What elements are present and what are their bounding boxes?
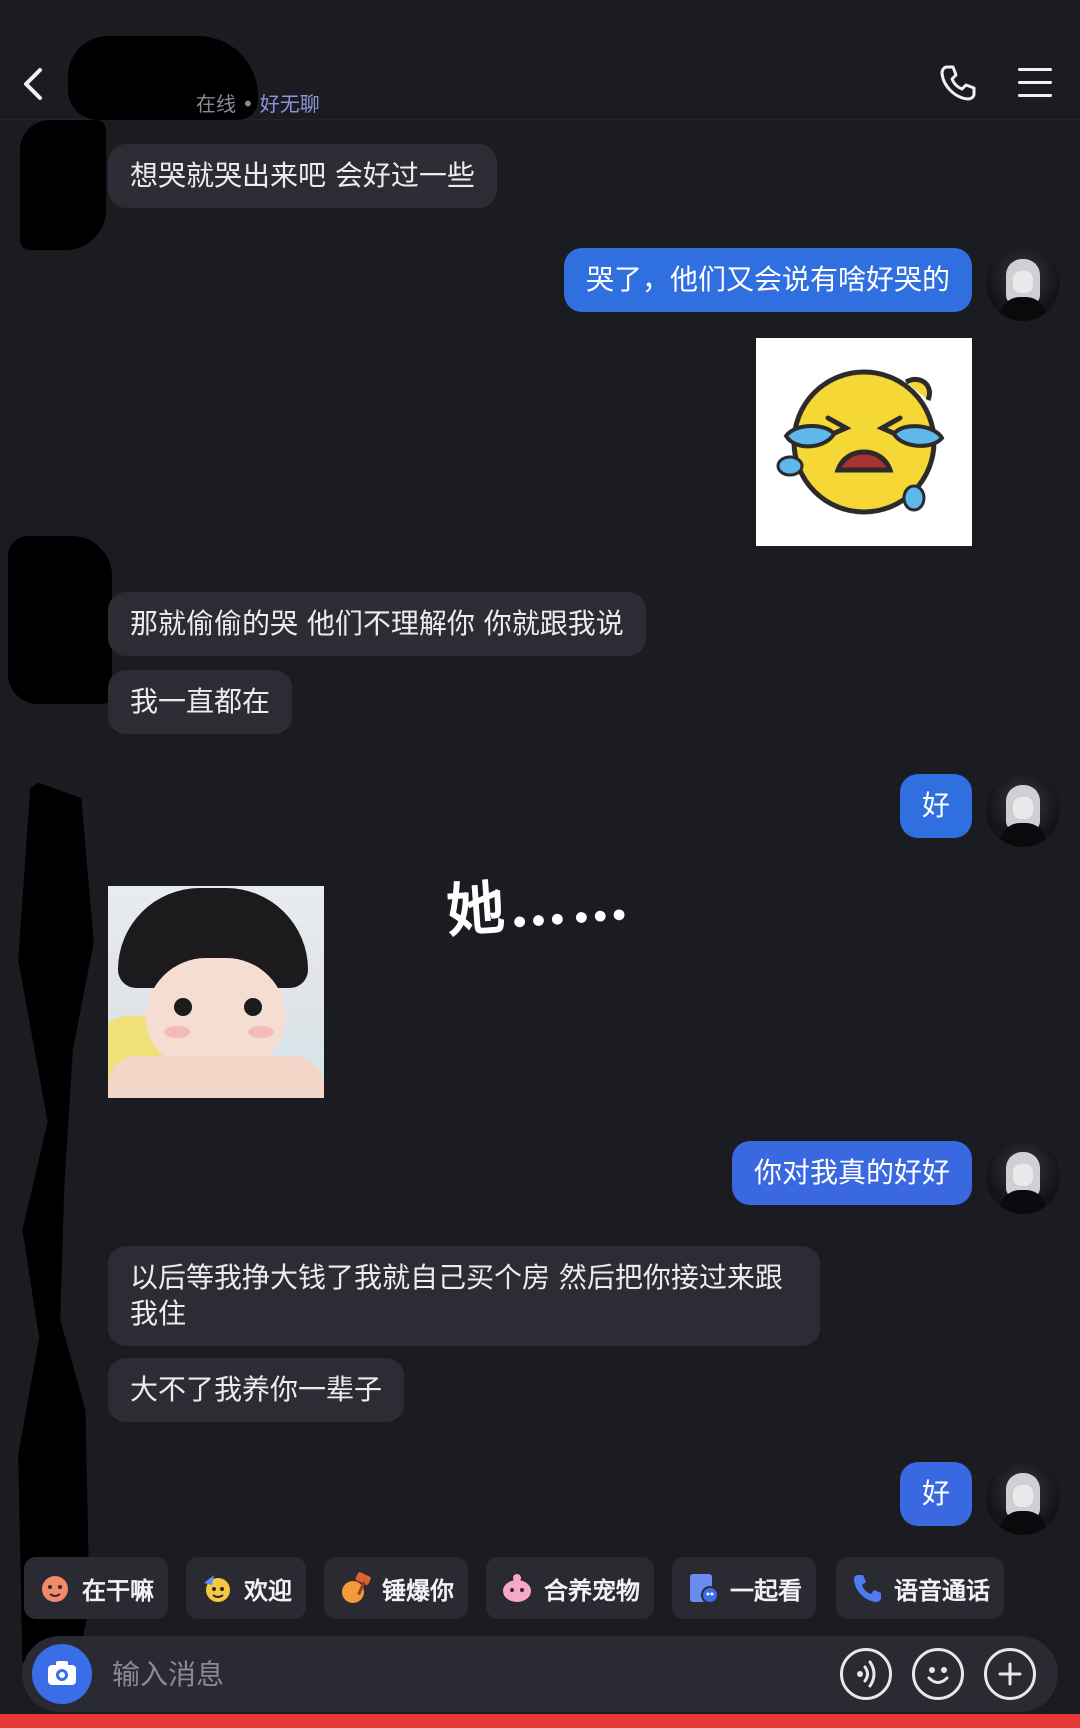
crying-face-sticker[interactable] bbox=[756, 338, 972, 546]
back-button[interactable] bbox=[14, 62, 54, 106]
outgoing-message[interactable]: 哭了，他们又会说有啥好哭的 bbox=[563, 248, 972, 312]
quick-action-busy[interactable]: 在干嘛 bbox=[24, 1557, 168, 1619]
pet-icon bbox=[500, 1571, 534, 1605]
contact-status: 在线 • 好无聊 bbox=[196, 92, 320, 116]
outgoing-message[interactable]: 你对我真的好好 bbox=[731, 1141, 972, 1205]
quick-action-hammer[interactable]: 锤爆你 bbox=[324, 1557, 468, 1619]
redacted-avatar bbox=[18, 780, 94, 1680]
bottom-edge-strip bbox=[0, 1714, 1080, 1728]
voice-icon bbox=[857, 1660, 876, 1688]
my-avatar[interactable] bbox=[986, 1140, 1060, 1214]
incoming-message[interactable]: 那就偷偷的哭 他们不理解你 你就跟我说 bbox=[108, 592, 646, 656]
quick-action-pet[interactable]: 合养宠物 bbox=[486, 1557, 654, 1619]
voice-input-button[interactable] bbox=[840, 1648, 892, 1700]
call-button[interactable] bbox=[938, 63, 978, 103]
message-input[interactable] bbox=[112, 1654, 712, 1694]
quick-action-welcome[interactable]: 欢迎 bbox=[186, 1557, 306, 1619]
quick-action-voice-call[interactable]: 语音通话 bbox=[836, 1557, 1004, 1619]
camera-icon bbox=[48, 1661, 76, 1685]
phone-icon bbox=[850, 1571, 884, 1605]
mood-status: 好无聊 bbox=[259, 92, 320, 116]
my-avatar[interactable] bbox=[986, 773, 1060, 847]
quick-actions-bar: 在干嘛 欢迎 锤爆你 合养宠物 一起看 语音通话 bbox=[24, 1557, 1064, 1619]
menu-icon bbox=[1018, 68, 1052, 71]
party-face-icon bbox=[200, 1571, 234, 1605]
incoming-message[interactable]: 以后等我挣大钱了我就自己买个房 然后把你接过来跟我住 bbox=[108, 1246, 820, 1346]
smiley-icon bbox=[927, 1667, 949, 1684]
chevron-left-icon bbox=[24, 68, 42, 100]
online-status: 在线 bbox=[196, 92, 236, 116]
emoji-button[interactable] bbox=[912, 1648, 964, 1700]
plus-icon bbox=[998, 1662, 1022, 1686]
outgoing-message[interactable]: 好 bbox=[899, 1462, 972, 1526]
wave-hand-icon bbox=[38, 1571, 72, 1605]
more-button[interactable] bbox=[984, 1648, 1036, 1700]
redacted-avatar bbox=[8, 536, 112, 704]
phone-icon bbox=[940, 65, 976, 101]
chat-header: 在线 • 好无聊 bbox=[0, 0, 1080, 120]
redacted-avatar bbox=[20, 120, 106, 250]
my-avatar[interactable] bbox=[986, 1461, 1060, 1535]
crying-emoji-icon bbox=[776, 369, 945, 515]
incoming-message[interactable]: 大不了我养你一辈子 bbox=[108, 1358, 405, 1422]
watch-together-icon bbox=[686, 1571, 720, 1605]
menu-button[interactable] bbox=[1018, 68, 1056, 98]
annotation-text: 她…… bbox=[444, 864, 635, 946]
outgoing-message[interactable]: 好 bbox=[899, 774, 972, 838]
camera-button[interactable] bbox=[32, 1644, 92, 1704]
quick-action-watch-together[interactable]: 一起看 bbox=[672, 1557, 816, 1619]
incoming-message[interactable]: 想哭就哭出来吧 会好过一些 bbox=[108, 144, 497, 208]
incoming-message[interactable]: 我一直都在 bbox=[108, 670, 293, 734]
message-input-bar bbox=[22, 1636, 1058, 1712]
hammer-icon bbox=[338, 1571, 372, 1605]
baby-photo-sticker[interactable] bbox=[108, 886, 324, 1098]
my-avatar[interactable] bbox=[986, 247, 1060, 321]
